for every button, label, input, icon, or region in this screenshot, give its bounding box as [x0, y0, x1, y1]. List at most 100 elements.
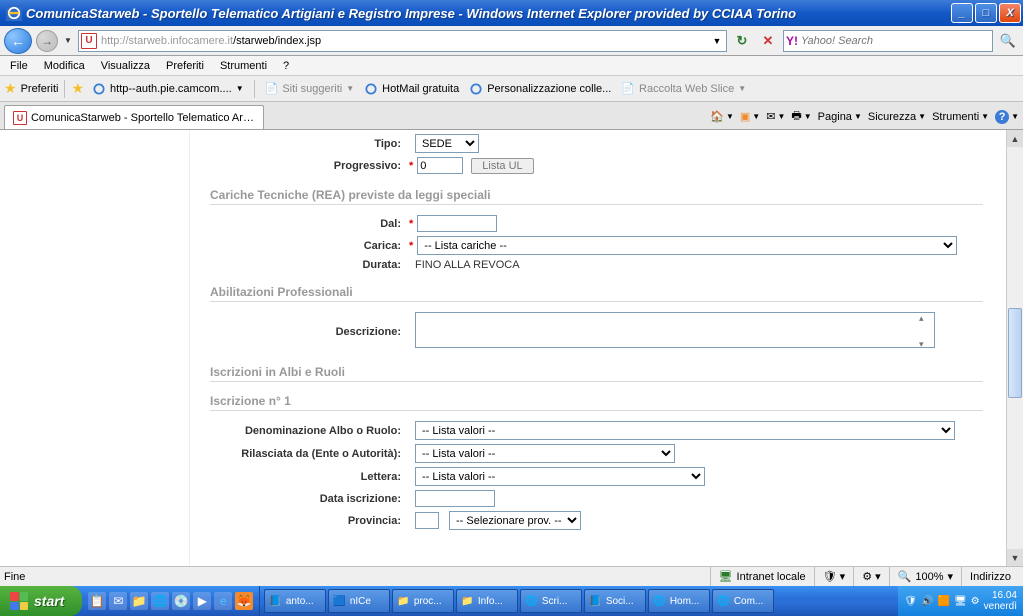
- print-dropdown[interactable]: 🖶▼: [791, 107, 811, 126]
- lettera-label: Lettera:: [210, 471, 405, 483]
- task-2[interactable]: 📁proc...: [392, 589, 454, 613]
- favorites-star-icon[interactable]: ★: [4, 80, 17, 97]
- home-dropdown[interactable]: 🏠▼: [710, 110, 734, 123]
- stop-button[interactable]: ✕: [757, 30, 779, 52]
- titlebar: ComunicaStarweb - Sportello Telematico A…: [0, 0, 1023, 26]
- address-bar[interactable]: U http://starweb.infocamere.it/starweb/i…: [78, 30, 727, 52]
- menu-file[interactable]: File: [4, 58, 34, 74]
- favorites-label[interactable]: Preferiti: [21, 83, 59, 95]
- page-dropdown[interactable]: Pagina▼: [818, 111, 862, 123]
- window-title: ComunicaStarweb - Sportello Telematico A…: [26, 6, 951, 21]
- lista-ul-button[interactable]: Lista UL: [471, 158, 533, 174]
- clock[interactable]: 16.04 venerdì: [984, 590, 1017, 612]
- scroll-down-icon[interactable]: ▼: [1007, 549, 1023, 566]
- ql-item-3[interactable]: 🌐: [151, 592, 169, 610]
- address-dropdown[interactable]: ▼: [710, 36, 724, 46]
- status-protected-mode[interactable]: 🛡 ▾: [814, 567, 854, 586]
- help-dropdown[interactable]: ?▼: [995, 110, 1019, 124]
- taskbar-tasks: 📘anto... 🟦nICe 📁proc... 📁Info... 🌐Scri..…: [260, 586, 898, 616]
- ie-icon: [469, 82, 483, 96]
- forward-button[interactable]: →: [36, 30, 58, 52]
- descrizione-label: Descrizione:: [210, 326, 405, 338]
- menu-bar: File Modifica Visualizza Preferiti Strum…: [0, 56, 1023, 76]
- ie-favicon: [6, 5, 22, 21]
- task-5[interactable]: 📘Soci...: [584, 589, 646, 613]
- scroll-up-icon[interactable]: ▲: [1007, 130, 1023, 147]
- tray-icon[interactable]: 🛡: [904, 596, 917, 607]
- provincia-input[interactable]: [415, 512, 439, 529]
- favlink-2[interactable]: HotMail gratuita: [360, 80, 463, 98]
- menu-visualizza[interactable]: Visualizza: [95, 58, 156, 74]
- dal-label: Dal:: [210, 218, 405, 230]
- navbar: ← → ▼ U http://starweb.infocamere.it/sta…: [0, 26, 1023, 56]
- scroll-thumb[interactable]: [1008, 308, 1022, 398]
- ql-item-1[interactable]: ✉: [109, 592, 127, 610]
- page-content: Tipo: SEDE Progressivo:* Lista UL Carich…: [0, 130, 1023, 566]
- mail-dropdown[interactable]: ✉▼: [766, 110, 785, 123]
- add-favorite-icon[interactable]: ★: [71, 80, 84, 97]
- vertical-scrollbar[interactable]: ▲ ▼: [1006, 130, 1023, 566]
- close-button[interactable]: X: [999, 3, 1021, 23]
- status-zoom[interactable]: 🔍 100% ▾: [889, 567, 961, 586]
- search-go-button[interactable]: 🔍: [997, 30, 1019, 52]
- minimize-button[interactable]: _: [951, 3, 973, 23]
- refresh-button[interactable]: ↻: [731, 30, 753, 52]
- favlink-1[interactable]: 📄Siti suggeriti▼: [261, 80, 359, 97]
- task-1[interactable]: 🟦nICe: [328, 589, 390, 613]
- history-dropdown[interactable]: ▼: [62, 36, 74, 45]
- carica-select[interactable]: -- Lista cariche --: [417, 236, 957, 255]
- descrizione-textarea[interactable]: [415, 312, 935, 348]
- status-unknown[interactable]: ⚙ ▾: [853, 567, 888, 586]
- ql-item-0[interactable]: 📋: [88, 592, 106, 610]
- tray-icon[interactable]: 🟧: [938, 596, 950, 607]
- favlink-3[interactable]: Personalizzazione colle...: [465, 80, 615, 98]
- menu-strumenti[interactable]: Strumenti: [214, 58, 273, 74]
- tray-icon[interactable]: 🔊: [921, 596, 933, 607]
- maximize-button[interactable]: □: [975, 3, 997, 23]
- tools-dropdown[interactable]: Strumenti▼: [932, 111, 989, 123]
- folder-icon: 📁: [397, 596, 409, 607]
- browser-tab[interactable]: U ComunicaStarweb - Sportello Telematico…: [4, 105, 264, 129]
- search-box[interactable]: Y!: [783, 30, 993, 52]
- ql-item-7[interactable]: 🦊: [235, 592, 253, 610]
- search-input[interactable]: [801, 35, 990, 47]
- menu-help[interactable]: ?: [277, 58, 295, 74]
- folder-icon: 📄: [265, 82, 279, 95]
- start-button[interactable]: start: [0, 586, 82, 616]
- tipo-label: Tipo:: [210, 138, 405, 150]
- menu-modifica[interactable]: Modifica: [38, 58, 91, 74]
- task-3[interactable]: 📁Info...: [456, 589, 518, 613]
- back-button[interactable]: ←: [4, 28, 32, 54]
- ql-item-5[interactable]: ▶: [193, 592, 211, 610]
- help-icon: ?: [995, 110, 1009, 124]
- windows-icon: [10, 592, 28, 610]
- denominazione-select[interactable]: -- Lista valori --: [415, 421, 955, 440]
- home-icon: 🏠: [710, 110, 724, 123]
- lettera-select[interactable]: -- Lista valori --: [415, 467, 705, 486]
- status-bar: Fine 🖥Intranet locale 🛡 ▾ ⚙ ▾ 🔍 100% ▾ I…: [0, 566, 1023, 586]
- security-dropdown[interactable]: Sicurezza▼: [868, 111, 926, 123]
- task-0[interactable]: 📘anto...: [264, 589, 326, 613]
- taskbar: start 📋 ✉ 📁 🌐 💿 ▶ e 🦊 📘anto... 🟦nICe 📁pr…: [0, 586, 1023, 616]
- tray-icon[interactable]: 🖥: [954, 596, 967, 607]
- dal-input[interactable]: [417, 215, 497, 232]
- word-icon: 📘: [269, 596, 281, 607]
- provincia-select[interactable]: -- Selezionare prov. --: [449, 511, 581, 530]
- quick-launch: 📋 ✉ 📁 🌐 💿 ▶ e 🦊: [82, 586, 260, 616]
- feed-dropdown[interactable]: ▣▼: [740, 110, 760, 123]
- tray-icon[interactable]: ⚙: [971, 596, 980, 607]
- ql-item-4[interactable]: 💿: [172, 592, 190, 610]
- rilasciata-select[interactable]: -- Lista valori --: [415, 444, 675, 463]
- dataiscrizione-input[interactable]: [415, 490, 495, 507]
- progressivo-input[interactable]: [417, 157, 463, 174]
- status-indirizzo: Indirizzo: [961, 567, 1019, 586]
- favlink-4[interactable]: 📄Raccolta Web Slice▼: [617, 80, 750, 97]
- menu-preferiti[interactable]: Preferiti: [160, 58, 210, 74]
- task-7[interactable]: 🌐Com...: [712, 589, 774, 613]
- tipo-select[interactable]: SEDE: [415, 134, 479, 153]
- task-4[interactable]: 🌐Scri...: [520, 589, 582, 613]
- favlink-0[interactable]: http--auth.pie.camcom....▼: [88, 80, 248, 98]
- ql-item-2[interactable]: 📁: [130, 592, 148, 610]
- task-6[interactable]: 🌐Hom...: [648, 589, 710, 613]
- ql-item-6[interactable]: e: [214, 592, 232, 610]
